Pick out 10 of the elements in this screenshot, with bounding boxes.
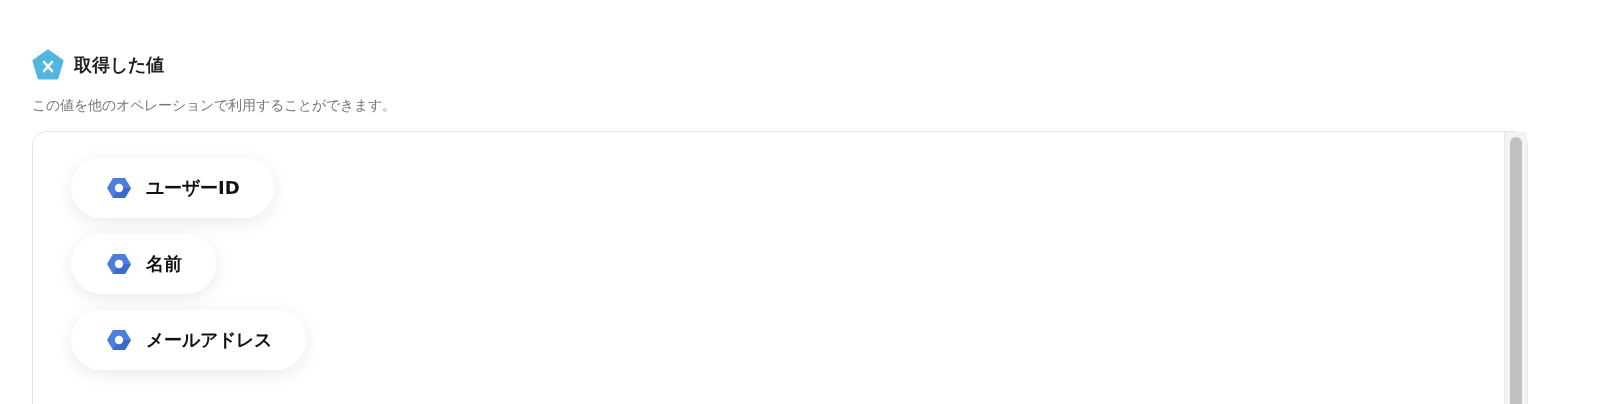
value-chip[interactable]: 名前 xyxy=(71,234,216,294)
hexagon-icon xyxy=(107,253,131,275)
logo-icon xyxy=(32,49,64,81)
scrollbar-thumb[interactable] xyxy=(1510,137,1522,404)
value-chip[interactable]: ユーザーID xyxy=(71,158,274,218)
hexagon-icon xyxy=(107,329,131,351)
value-chip[interactable]: メールアドレス xyxy=(71,310,306,370)
section-title: 取得した値 xyxy=(74,53,164,77)
section-description: この値を他のオペレーションで利用することができます。 xyxy=(32,97,397,115)
hexagon-icon xyxy=(107,177,131,199)
